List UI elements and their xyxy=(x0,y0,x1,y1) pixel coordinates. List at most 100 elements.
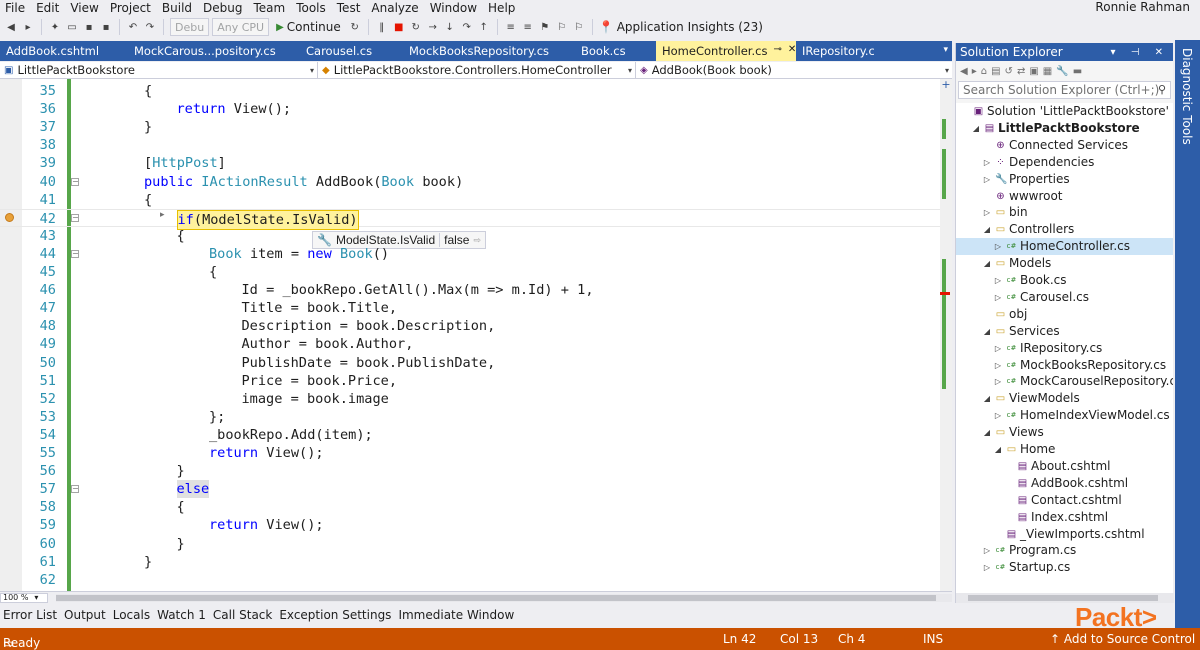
stop-icon[interactable]: ■ xyxy=(392,18,406,36)
tree-node[interactable]: ▷ c# MockBooksRepository.cs xyxy=(993,357,1166,374)
code-line[interactable]: 48 Description = book.Description, xyxy=(0,317,940,335)
tool-tab-output[interactable]: Output xyxy=(61,608,110,622)
tool-tab-call-stack[interactable]: Call Stack xyxy=(210,608,276,622)
menu-analyze[interactable]: Analyze xyxy=(366,1,424,15)
tree-node[interactable]: ▷ c# Startup.cs xyxy=(982,559,1070,576)
tree-node[interactable]: ▷ 🔧 Properties xyxy=(982,171,1070,188)
code-line[interactable]: 35 { xyxy=(0,82,940,100)
tree-node[interactable]: ◢ ▭ Models xyxy=(982,255,1051,272)
tree-node[interactable]: ▷ ▭ bin xyxy=(982,204,1028,221)
code-line[interactable]: 59 return View(); xyxy=(0,516,940,534)
code-line[interactable]: 41 { xyxy=(0,191,940,209)
menu-view[interactable]: View xyxy=(65,1,104,15)
collapsed-arrow-icon[interactable]: ▷ xyxy=(982,154,992,171)
tab-carousel-cs[interactable]: Carousel.cs xyxy=(300,41,403,61)
collapsed-arrow-icon[interactable]: ▷ xyxy=(993,407,1003,424)
class-combo[interactable]: ◆ LittlePacktBookstore.Controllers.HomeC… xyxy=(318,62,636,78)
tree-node[interactable]: ▷ c# HomeController.cs xyxy=(956,238,1173,256)
tree-node[interactable]: ▤ Index.cshtml xyxy=(1004,509,1108,526)
step-into-icon[interactable]: ↓ xyxy=(443,18,457,36)
configuration-combo[interactable]: Debu xyxy=(170,18,210,36)
tree-node[interactable]: ⊕ Connected Services xyxy=(982,137,1128,154)
diagnostic-tools-tab[interactable]: Diagnostic Tools xyxy=(1175,40,1200,628)
collapse-icon[interactable]: − xyxy=(71,249,79,258)
code-line[interactable]: 60} xyxy=(0,535,940,553)
application-insights-button[interactable]: 📍 Application Insights (23) xyxy=(599,20,763,34)
history-icon[interactable]: ↺ xyxy=(1005,66,1013,77)
window-controls[interactable]: ▾ ⊣ ✕ xyxy=(1111,47,1169,58)
expanded-arrow-icon[interactable]: ◢ xyxy=(982,255,992,272)
code-line[interactable]: 54 _bookRepo.Add(item); xyxy=(0,426,940,444)
forward-icon[interactable]: ▸ xyxy=(21,18,35,36)
new-project-icon[interactable]: ✦ xyxy=(48,18,62,36)
step-out-icon[interactable]: ↑ xyxy=(477,18,491,36)
project-combo[interactable]: ▣ LittlePacktBookstore ▾ xyxy=(0,62,318,78)
menu-tools[interactable]: Tools xyxy=(291,1,332,15)
code-line[interactable]: 43 { xyxy=(0,227,940,245)
tree-node[interactable]: ▭ obj xyxy=(982,306,1028,323)
tree-node[interactable]: ◢ ▭ Controllers xyxy=(982,221,1074,238)
menu-test[interactable]: Test xyxy=(332,1,367,15)
expanded-arrow-icon[interactable]: ◢ xyxy=(982,390,992,407)
tab-book-cs[interactable]: Book.cs xyxy=(575,41,656,61)
code-line[interactable]: 57 else xyxy=(0,480,940,499)
tree-node[interactable]: ▷ ⁘ Dependencies xyxy=(982,154,1094,171)
tab-mockbooksrepository-cs[interactable]: MockBooksRepository.cs xyxy=(403,41,575,61)
collapse-icon[interactable]: − xyxy=(71,177,79,186)
refresh-icon[interactable]: ↻ xyxy=(348,18,362,36)
tree-node[interactable]: ▷ c# MockCarouselRepository.cs xyxy=(993,373,1173,390)
code-line[interactable]: 37} xyxy=(0,118,940,136)
menu-team[interactable]: Team xyxy=(248,1,291,15)
collapsed-arrow-icon[interactable]: ▷ xyxy=(982,542,992,559)
menu-file[interactable]: File xyxy=(0,1,31,15)
tree-node[interactable]: ▷ c# Program.cs xyxy=(982,542,1076,559)
code-line[interactable]: 52 image = book.image xyxy=(0,390,940,408)
tab-mockcarous-pository-cs[interactable]: MockCarous...pository.cs xyxy=(128,41,300,61)
preview-icon[interactable]: ▬ xyxy=(1073,66,1082,77)
code-line[interactable]: 55 return View(); xyxy=(0,444,940,462)
scrollbar-thumb[interactable] xyxy=(56,594,936,601)
tool-tab-immediate-window[interactable]: Immediate Window xyxy=(395,608,518,622)
menu-debug[interactable]: Debug xyxy=(198,1,248,15)
continue-button[interactable]: ▶ Continue xyxy=(272,20,345,34)
tree-node[interactable]: ▷ c# IRepository.cs xyxy=(993,340,1102,357)
code-line[interactable]: 47 Title = book.Title, xyxy=(0,299,940,317)
collapsed-arrow-icon[interactable]: ▷ xyxy=(982,559,992,576)
pin-icon[interactable]: ⊸ xyxy=(773,44,781,61)
add-to-source-control-button[interactable]: ↑ Add to Source Control ▴ xyxy=(1050,632,1200,650)
search-icon[interactable]: ⚲ xyxy=(1158,83,1166,96)
collapse-icon[interactable]: − xyxy=(71,485,79,494)
collapsed-arrow-icon[interactable]: ▷ xyxy=(982,204,992,221)
user-name[interactable]: Ronnie Rahman xyxy=(1095,0,1190,14)
tab-irepository-cs[interactable]: IRepository.cs xyxy=(796,41,874,61)
menu-project[interactable]: Project xyxy=(105,1,157,15)
tree-node[interactable]: ▤ _ViewImports.cshtml xyxy=(993,526,1145,543)
split-icon[interactable]: + xyxy=(940,79,952,91)
code-line[interactable]: 50 PublishDate = book.PublishDate, xyxy=(0,354,940,372)
undo-icon[interactable]: ↶ xyxy=(126,18,140,36)
collapsed-arrow-icon[interactable]: ▷ xyxy=(993,289,1003,306)
comment-icon[interactable]: ≡ xyxy=(504,18,518,36)
code-line[interactable]: 58 { xyxy=(0,498,940,516)
tree-node[interactable]: ◢ ▭ Services xyxy=(982,323,1060,340)
solution-explorer-horizontal-scrollbar[interactable] xyxy=(956,593,1174,603)
scrollbar-thumb[interactable] xyxy=(968,595,1158,601)
forward-icon[interactable]: ▸ xyxy=(972,66,977,77)
collapsed-arrow-icon[interactable]: ▷ xyxy=(982,171,992,188)
redo-icon[interactable]: ↷ xyxy=(143,18,157,36)
collapsed-arrow-icon[interactable]: ▷ xyxy=(993,373,1003,390)
code-line[interactable]: 61} xyxy=(0,553,940,571)
collapsed-arrow-icon[interactable]: ▷ xyxy=(993,272,1003,289)
menu-window[interactable]: Window xyxy=(425,1,483,15)
tree-node[interactable]: ◢ ▤ LittlePacktBookstore xyxy=(971,120,1140,137)
member-combo[interactable]: ◈ AddBook(Book book) ▾ xyxy=(636,62,952,78)
back-icon[interactable]: ◀ xyxy=(960,66,968,77)
code-line[interactable]: 40 public IActionResult AddBook(Book book… xyxy=(0,173,940,191)
code-line[interactable]: 36 return View(); xyxy=(0,100,940,118)
code-line[interactable]: 42 if(ModelState.IsValid) xyxy=(0,208,940,230)
expanded-arrow-icon[interactable]: ◢ xyxy=(993,441,1003,458)
properties-icon[interactable]: 🔧 xyxy=(1056,66,1068,77)
editor-horizontal-scrollbar[interactable] xyxy=(56,593,952,602)
tree-node[interactable]: ◢ ▭ Home xyxy=(993,441,1056,458)
sync-icon[interactable]: ⇄ xyxy=(1017,66,1025,77)
